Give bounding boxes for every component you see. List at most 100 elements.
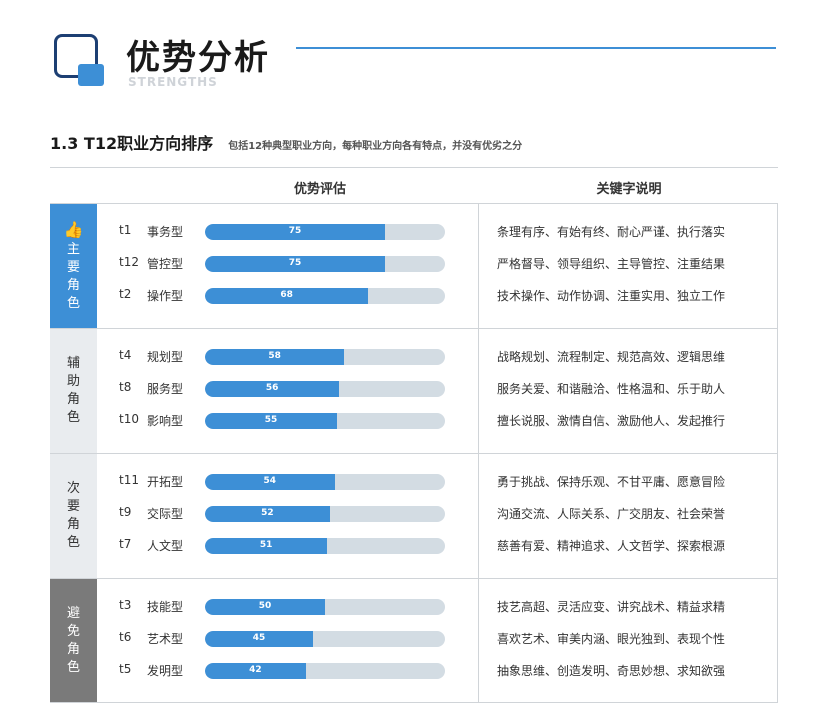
score-bar-track: 58: [205, 349, 445, 365]
direction-name: 交际型: [147, 507, 184, 521]
score-value: 75: [288, 258, 302, 268]
header-divider: [296, 47, 776, 49]
direction-name: 管控型: [147, 257, 184, 271]
role-group-label-cell: 👍 主要角色: [50, 204, 97, 328]
score-bar-track: 42: [205, 663, 445, 679]
section-title: 1.3 T12职业方向排序: [50, 134, 214, 153]
role-group-label: 主要角色: [66, 241, 80, 311]
role-group: 次要角色 t11 开拓型 54 勇于挑战、保持乐观、不甘平庸、愿意冒险 t9 交际型 52 沟通…: [50, 453, 778, 578]
column-divider: [478, 579, 479, 702]
thumbs-up-icon: 👍: [63, 219, 84, 239]
ranking-table: 优势评估 关键字说明 👍 主要角色 t1 事务型 75 条理有序、有始有终、耐心严谨、执行…: [50, 167, 778, 703]
role-group: 辅助角色 t4 规划型 58 战略规划、流程制定、规范高效、逻辑思维 t8 服务型 56 服务关…: [50, 328, 778, 453]
table-row: t6 艺术型 45: [97, 627, 478, 649]
table-row: t2 操作型 68: [97, 284, 478, 306]
column-header-keywords: 关键字说明: [596, 182, 662, 197]
role-group: 避免角色 t3 技能型 50 技艺高超、灵活应变、讲究战术、精益求精 t6 艺术型 45 喜欢艺…: [50, 578, 778, 703]
table-row: t8 服务型 56: [97, 377, 478, 399]
column-header-assessment: 优势评估: [293, 182, 346, 197]
table-row: t9 交际型 52: [97, 502, 478, 524]
score-value: 56: [265, 383, 279, 393]
direction-code: t4: [119, 348, 132, 362]
score-bar-track: 75: [205, 224, 445, 240]
table-right-border: [777, 579, 778, 702]
keyword-description: 技艺高超、灵活应变、讲究战术、精益求精: [497, 600, 726, 614]
table-row: t7 人文型 51: [97, 534, 478, 556]
page-title: 优势分析: [126, 38, 270, 78]
score-value: 50: [258, 601, 272, 611]
direction-code: t10: [119, 412, 139, 426]
role-group-label-cell: 辅助角色: [50, 329, 97, 453]
score-value: 42: [249, 665, 262, 675]
page-header: 优势分析 STRENGTHS: [48, 30, 778, 100]
keyword-description: 服务关爱、和谐融洽、性格温和、乐于助人: [497, 382, 726, 396]
role-group-label-cell: 次要角色: [50, 454, 97, 578]
direction-code: t1: [119, 223, 132, 237]
direction-name: 事务型: [147, 225, 184, 239]
score-value: 55: [264, 415, 278, 425]
score-bar-track: 55: [205, 413, 445, 429]
table-row: t12 管控型 75: [97, 252, 478, 274]
table-row: t3 技能型 50: [97, 595, 478, 617]
score-bar-track: 45: [205, 631, 445, 647]
score-bar-track: 54: [205, 474, 445, 490]
table-row: t4 规划型 58: [97, 345, 478, 367]
direction-code: t12: [119, 255, 139, 269]
direction-code: t5: [119, 662, 132, 676]
direction-code: t3: [119, 598, 132, 612]
role-group-label: 次要角色: [66, 481, 80, 550]
logo-accent-icon: [78, 64, 104, 86]
table-header: 优势评估 关键字说明: [50, 167, 778, 203]
section-heading: 1.3 T12职业方向排序 包括12种典型职业方向，每种职业方向各有特点，并没有…: [50, 130, 780, 154]
direction-code: t11: [119, 473, 139, 487]
column-divider: [478, 329, 479, 453]
score-value: 75: [288, 226, 302, 236]
keyword-description: 条理有序、有始有终、耐心严谨、执行落实: [497, 225, 726, 239]
keyword-description: 技术操作、动作协调、注重实用、独立工作: [497, 289, 726, 303]
direction-code: t6: [119, 630, 132, 644]
keyword-description: 沟通交流、人际关系、广交朋友、社会荣誉: [497, 507, 726, 521]
page-subtitle: STRENGTHS: [128, 75, 218, 89]
keyword-description: 战略规划、流程制定、规范高效、逻辑思维: [497, 350, 726, 364]
score-bar-track: 50: [205, 599, 445, 615]
direction-code: t2: [119, 287, 132, 301]
section-note: 包括12种典型职业方向，每种职业方向各有特点，并没有优劣之分: [228, 141, 523, 152]
table-row: t1 事务型 75: [97, 220, 478, 242]
direction-code: t7: [119, 537, 132, 551]
table-row: t5 发明型 42: [97, 659, 478, 681]
role-group-label: 避免角色: [66, 605, 80, 675]
keyword-description: 喜欢艺术、审美内涵、眼光独到、表现个性: [497, 632, 726, 646]
score-value: 58: [268, 351, 281, 361]
score-value: 51: [259, 540, 273, 550]
score-bar-track: 68: [205, 288, 445, 304]
direction-name: 艺术型: [147, 632, 184, 646]
direction-name: 服务型: [147, 382, 184, 396]
keyword-description: 严格督导、领导组织、主导管控、注重结果: [497, 257, 726, 271]
role-group-label-cell: 避免角色: [50, 579, 97, 702]
score-bar-track: 56: [205, 381, 445, 397]
score-value: 45: [252, 633, 266, 643]
table-row: t11 开拓型 54: [97, 470, 478, 492]
table-right-border: [777, 454, 778, 578]
keyword-description: 勇于挑战、保持乐观、不甘平庸、愿意冒险: [497, 475, 726, 489]
direction-name: 影响型: [147, 414, 184, 428]
score-bar-track: 51: [205, 538, 445, 554]
table-row: t10 影响型 55: [97, 409, 478, 431]
score-value: 68: [280, 290, 293, 300]
keyword-description: 擅长说服、激情自信、激励他人、发起推行: [497, 414, 726, 428]
direction-name: 规划型: [147, 350, 184, 364]
table-right-border: [777, 329, 778, 453]
direction-name: 发明型: [147, 664, 184, 678]
score-value: 54: [263, 476, 277, 486]
keyword-description: 抽象思维、创造发明、奇思妙想、求知欲强: [497, 664, 726, 678]
table-right-border: [777, 204, 778, 328]
column-divider: [478, 454, 479, 578]
score-bar-track: 52: [205, 506, 445, 522]
role-group: 👍 主要角色 t1 事务型 75 条理有序、有始有终、耐心严谨、执行落实 t12 管控型 75 严…: [50, 203, 778, 328]
score-bar-track: 75: [205, 256, 445, 272]
keyword-description: 慈善有爱、精神追求、人文哲学、探索根源: [497, 539, 726, 553]
role-group-label: 辅助角色: [66, 356, 80, 425]
direction-name: 开拓型: [147, 475, 184, 489]
direction-name: 人文型: [147, 539, 184, 553]
direction-code: t8: [119, 380, 132, 394]
